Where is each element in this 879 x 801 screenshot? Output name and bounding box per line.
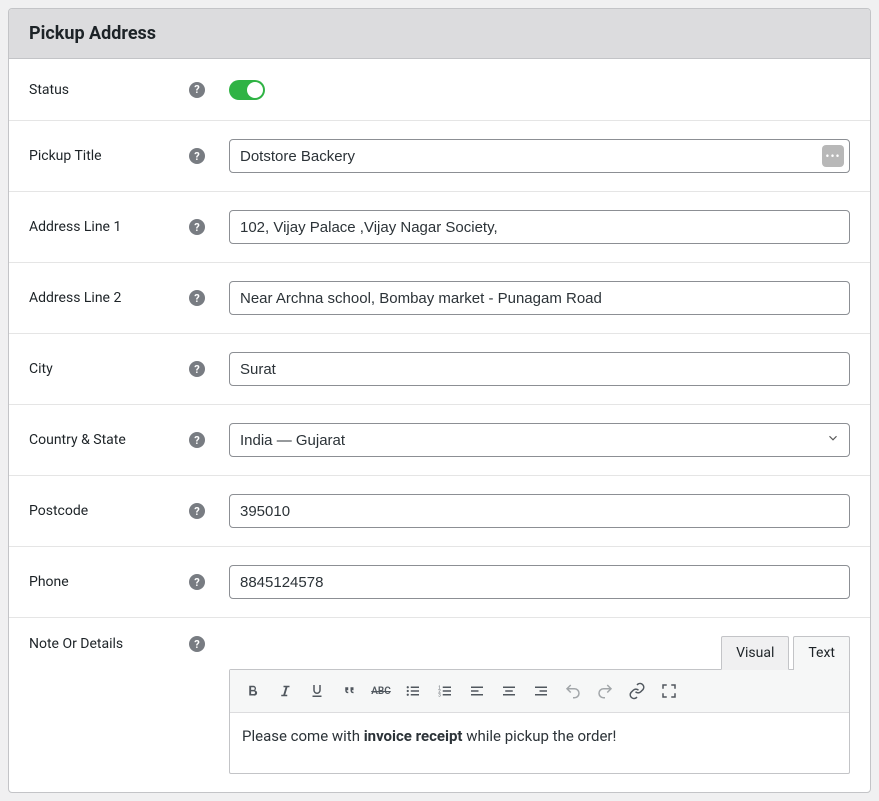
label-cell-address2: Address Line 2 ? xyxy=(29,290,229,306)
help-icon[interactable]: ? xyxy=(189,148,205,164)
redo-icon[interactable] xyxy=(590,676,620,706)
link-icon[interactable] xyxy=(622,676,652,706)
label-cell-city: City ? xyxy=(29,361,229,377)
status-label: Status xyxy=(29,82,69,98)
label-cell-note: Note Or Details ? xyxy=(29,636,229,652)
undo-icon[interactable] xyxy=(558,676,588,706)
row-phone: Phone ? xyxy=(9,547,870,618)
input-cell-country-state: India — Gujarat xyxy=(229,423,850,457)
status-toggle[interactable] xyxy=(229,80,265,100)
row-address2: Address Line 2 ? xyxy=(9,263,870,334)
address2-input[interactable] xyxy=(229,281,850,315)
svg-text:3: 3 xyxy=(438,692,441,698)
align-center-icon[interactable] xyxy=(494,676,524,706)
country-state-label: Country & State xyxy=(29,432,126,448)
tab-visual[interactable]: Visual xyxy=(721,636,789,670)
help-icon[interactable]: ? xyxy=(189,290,205,306)
note-text-bold: invoice receipt xyxy=(364,727,463,745)
fullscreen-icon[interactable] xyxy=(654,676,684,706)
address1-label: Address Line 1 xyxy=(29,219,121,235)
input-wrapper: ••• xyxy=(229,139,850,173)
postcode-input[interactable] xyxy=(229,494,850,528)
input-cell-pickup-title: ••• xyxy=(229,139,850,173)
toggle-knob xyxy=(247,82,263,98)
row-note: Note Or Details ? Visual Text ABC xyxy=(9,618,870,792)
rich-editor: Visual Text ABC 123 xyxy=(229,636,850,774)
help-icon[interactable]: ? xyxy=(189,82,205,98)
help-icon[interactable]: ? xyxy=(189,503,205,519)
label-cell-postcode: Postcode ? xyxy=(29,503,229,519)
editor-toolbar: ABC 123 xyxy=(230,670,849,713)
label-cell-pickup-title: Pickup Title ? xyxy=(29,148,229,164)
input-cell-note: Visual Text ABC 123 xyxy=(229,636,850,774)
editor-content[interactable]: Please come with invoice receipt while p… xyxy=(230,713,849,773)
phone-label: Phone xyxy=(29,574,69,590)
panel-header: Pickup Address xyxy=(9,9,870,59)
row-postcode: Postcode ? xyxy=(9,476,870,547)
bullet-list-icon[interactable] xyxy=(398,676,428,706)
input-cell-address2 xyxy=(229,281,850,315)
pickup-title-label: Pickup Title xyxy=(29,148,102,164)
numbered-list-icon[interactable]: 123 xyxy=(430,676,460,706)
help-icon[interactable]: ? xyxy=(189,636,205,652)
editor-box: ABC 123 Please come with invoice receipt… xyxy=(229,669,850,774)
input-cell-address1 xyxy=(229,210,850,244)
input-cell-city xyxy=(229,352,850,386)
address2-label: Address Line 2 xyxy=(29,290,121,306)
help-icon[interactable]: ? xyxy=(189,361,205,377)
underline-icon[interactable] xyxy=(302,676,332,706)
select-wrapper: India — Gujarat xyxy=(229,423,850,457)
note-text-prefix: Please come with xyxy=(242,727,364,745)
strikethrough-icon[interactable]: ABC xyxy=(366,676,396,706)
row-country-state: Country & State ? India — Gujarat xyxy=(9,405,870,476)
tab-text[interactable]: Text xyxy=(793,636,850,670)
label-cell-address1: Address Line 1 ? xyxy=(29,219,229,235)
input-cell-status xyxy=(229,80,850,100)
row-city: City ? xyxy=(9,334,870,405)
align-left-icon[interactable] xyxy=(462,676,492,706)
country-state-select[interactable]: India — Gujarat xyxy=(229,423,850,457)
italic-icon[interactable] xyxy=(270,676,300,706)
address1-input[interactable] xyxy=(229,210,850,244)
phone-input[interactable] xyxy=(229,565,850,599)
row-pickup-title: Pickup Title ? ••• xyxy=(9,121,870,192)
note-text-suffix: while pickup the order! xyxy=(462,727,616,745)
pickup-title-input[interactable] xyxy=(229,139,850,173)
help-icon[interactable]: ? xyxy=(189,574,205,590)
bold-icon[interactable] xyxy=(238,676,268,706)
label-cell-phone: Phone ? xyxy=(29,574,229,590)
input-cell-phone xyxy=(229,565,850,599)
quote-icon[interactable] xyxy=(334,676,364,706)
editor-tabs: Visual Text xyxy=(229,636,850,670)
note-label: Note Or Details xyxy=(29,636,123,652)
postcode-label: Postcode xyxy=(29,503,88,519)
city-input[interactable] xyxy=(229,352,850,386)
label-cell-country-state: Country & State ? xyxy=(29,432,229,448)
input-cell-postcode xyxy=(229,494,850,528)
page-title: Pickup Address xyxy=(29,23,850,44)
ellipsis-icon[interactable]: ••• xyxy=(822,145,844,167)
row-status: Status ? xyxy=(9,59,870,121)
city-label: City xyxy=(29,361,53,377)
pickup-address-panel: Pickup Address Status ? Pickup Title ? •… xyxy=(8,8,871,793)
row-address1: Address Line 1 ? xyxy=(9,192,870,263)
label-cell-status: Status ? xyxy=(29,82,229,98)
help-icon[interactable]: ? xyxy=(189,219,205,235)
help-icon[interactable]: ? xyxy=(189,432,205,448)
align-right-icon[interactable] xyxy=(526,676,556,706)
